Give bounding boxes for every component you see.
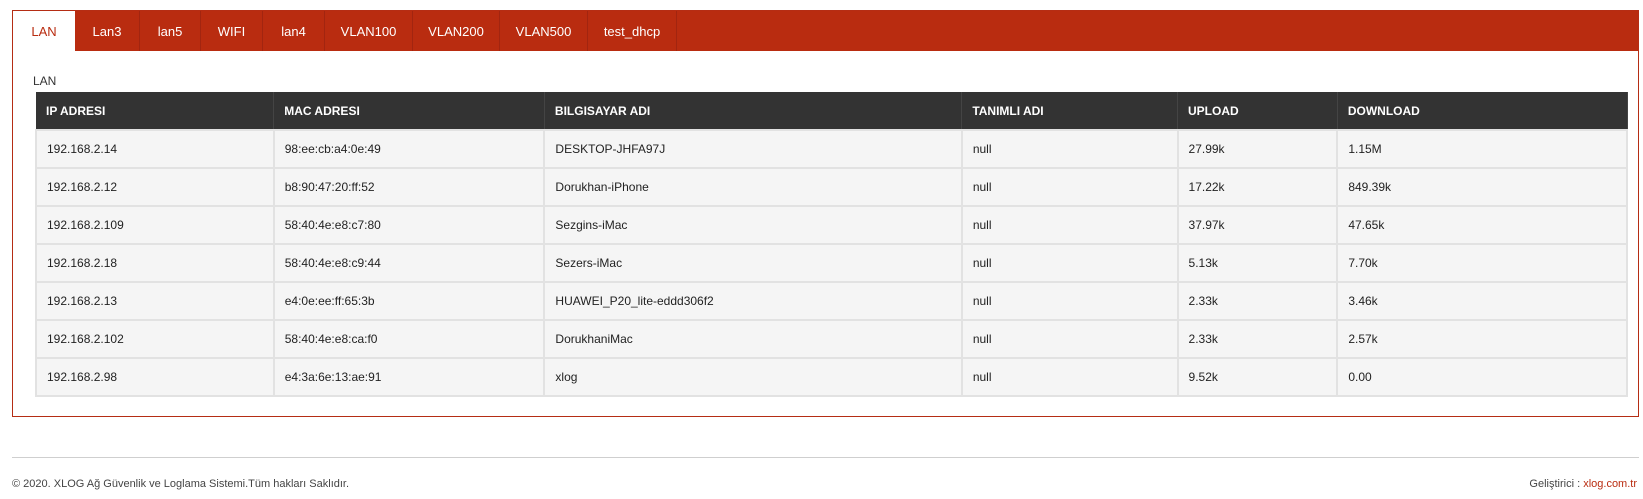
tab-lan3[interactable]: Lan3 bbox=[75, 11, 140, 51]
cell-ip: 192.168.2.12 bbox=[35, 167, 275, 207]
column-header-defined-name[interactable]: TANIMLI ADI bbox=[961, 92, 1179, 130]
cell-download: 849.39k bbox=[1336, 167, 1628, 207]
table-header-row: IP ADRESI MAC ADRESI BILGISAYAR ADI TANI… bbox=[36, 92, 1628, 130]
cell-hostname: Sezgins-iMac bbox=[543, 205, 963, 245]
cell-defined-name: null bbox=[960, 357, 1179, 397]
table-row: 192.168.2.14 98:ee:cb:a4:0e:49 DESKTOP-J… bbox=[35, 129, 1628, 169]
tab-bar: LAN Lan3 lan5 WIFI lan4 VLAN100 VLAN200 … bbox=[13, 11, 1638, 51]
cell-defined-name: null bbox=[960, 205, 1179, 245]
column-header-ip[interactable]: IP ADRESI bbox=[36, 92, 275, 130]
column-header-download[interactable]: DOWNLOAD bbox=[1337, 92, 1628, 130]
tab-lan4[interactable]: lan4 bbox=[263, 11, 325, 51]
cell-mac: 58:40:4e:e8:c7:80 bbox=[272, 205, 546, 245]
tab-wifi[interactable]: WIFI bbox=[201, 11, 263, 51]
cell-upload: 37.97k bbox=[1176, 205, 1339, 245]
cell-hostname: Sezers-iMac bbox=[543, 243, 963, 283]
cell-defined-name: null bbox=[960, 243, 1179, 283]
table-row: 192.168.2.18 58:40:4e:e8:c9:44 Sezers-iM… bbox=[35, 243, 1628, 283]
main-panel: LAN Lan3 lan5 WIFI lan4 VLAN100 VLAN200 … bbox=[12, 10, 1639, 417]
cell-download: 7.70k bbox=[1336, 243, 1628, 283]
footer-copyright: © 2020. XLOG Ağ Güvenlik ve Loglama Sist… bbox=[12, 478, 350, 490]
tab-test-dhcp[interactable]: test_dhcp bbox=[588, 11, 677, 51]
cell-mac: e4:3a:6e:13:ae:91 bbox=[272, 357, 546, 397]
table-row: 192.168.2.12 b8:90:47:20:ff:52 Dorukhan-… bbox=[35, 167, 1628, 207]
table-row: 192.168.2.13 e4:0e:ee:ff:65:3b HUAWEI_P2… bbox=[35, 281, 1628, 321]
cell-download: 2.57k bbox=[1336, 319, 1628, 359]
column-header-mac[interactable]: MAC ADRESI bbox=[273, 92, 545, 130]
footer-developer: Geliştirici : xlog.com.tr bbox=[1529, 478, 1637, 490]
cell-mac: e4:0e:ee:ff:65:3b bbox=[272, 281, 546, 321]
cell-ip: 192.168.2.18 bbox=[35, 243, 275, 283]
tab-vlan200[interactable]: VLAN200 bbox=[413, 11, 500, 51]
cell-mac: b8:90:47:20:ff:52 bbox=[272, 167, 546, 207]
cell-upload: 9.52k bbox=[1176, 357, 1339, 397]
column-header-upload[interactable]: UPLOAD bbox=[1177, 92, 1338, 130]
table-row: 192.168.2.102 58:40:4e:e8:ca:f0 Dorukhan… bbox=[35, 319, 1628, 359]
cell-defined-name: null bbox=[960, 129, 1179, 169]
developer-link[interactable]: xlog.com.tr bbox=[1583, 478, 1637, 490]
tab-vlan500[interactable]: VLAN500 bbox=[500, 11, 588, 51]
column-header-hostname[interactable]: BILGISAYAR ADI bbox=[544, 92, 963, 130]
clients-table: IP ADRESI MAC ADRESI BILGISAYAR ADI TANI… bbox=[35, 92, 1628, 397]
cell-download: 1.15M bbox=[1336, 129, 1628, 169]
table-row: 192.168.2.109 58:40:4e:e8:c7:80 Sezgins-… bbox=[35, 205, 1628, 245]
tab-vlan100[interactable]: VLAN100 bbox=[325, 11, 413, 51]
footer-divider bbox=[12, 457, 1639, 458]
cell-ip: 192.168.2.98 bbox=[35, 357, 275, 397]
cell-download: 0.00 bbox=[1336, 357, 1628, 397]
tab-lan5[interactable]: lan5 bbox=[140, 11, 201, 51]
cell-mac: 98:ee:cb:a4:0e:49 bbox=[272, 129, 546, 169]
cell-ip: 192.168.2.102 bbox=[35, 319, 275, 359]
cell-mac: 58:40:4e:e8:ca:f0 bbox=[272, 319, 546, 359]
cell-hostname: DorukhaniMac bbox=[543, 319, 963, 359]
cell-download: 3.46k bbox=[1336, 281, 1628, 321]
cell-mac: 58:40:4e:e8:c9:44 bbox=[272, 243, 546, 283]
tab-lan[interactable]: LAN bbox=[13, 11, 75, 51]
section-label: LAN bbox=[33, 74, 57, 88]
cell-defined-name: null bbox=[960, 281, 1179, 321]
cell-defined-name: null bbox=[960, 167, 1179, 207]
cell-upload: 17.22k bbox=[1176, 167, 1339, 207]
cell-ip: 192.168.2.13 bbox=[35, 281, 275, 321]
cell-hostname: Dorukhan-iPhone bbox=[543, 167, 963, 207]
table-row: 192.168.2.98 e4:3a:6e:13:ae:91 xlog null… bbox=[35, 357, 1628, 397]
cell-upload: 27.99k bbox=[1176, 129, 1339, 169]
cell-hostname: DESKTOP-JHFA97J bbox=[543, 129, 963, 169]
cell-ip: 192.168.2.14 bbox=[35, 129, 275, 169]
developer-label: Geliştirici : bbox=[1529, 478, 1584, 490]
cell-ip: 192.168.2.109 bbox=[35, 205, 275, 245]
cell-download: 47.65k bbox=[1336, 205, 1628, 245]
cell-upload: 5.13k bbox=[1176, 243, 1339, 283]
cell-upload: 2.33k bbox=[1176, 319, 1339, 359]
cell-hostname: xlog bbox=[543, 357, 963, 397]
cell-upload: 2.33k bbox=[1176, 281, 1339, 321]
cell-defined-name: null bbox=[960, 319, 1179, 359]
cell-hostname: HUAWEI_P20_lite-eddd306f2 bbox=[543, 281, 963, 321]
